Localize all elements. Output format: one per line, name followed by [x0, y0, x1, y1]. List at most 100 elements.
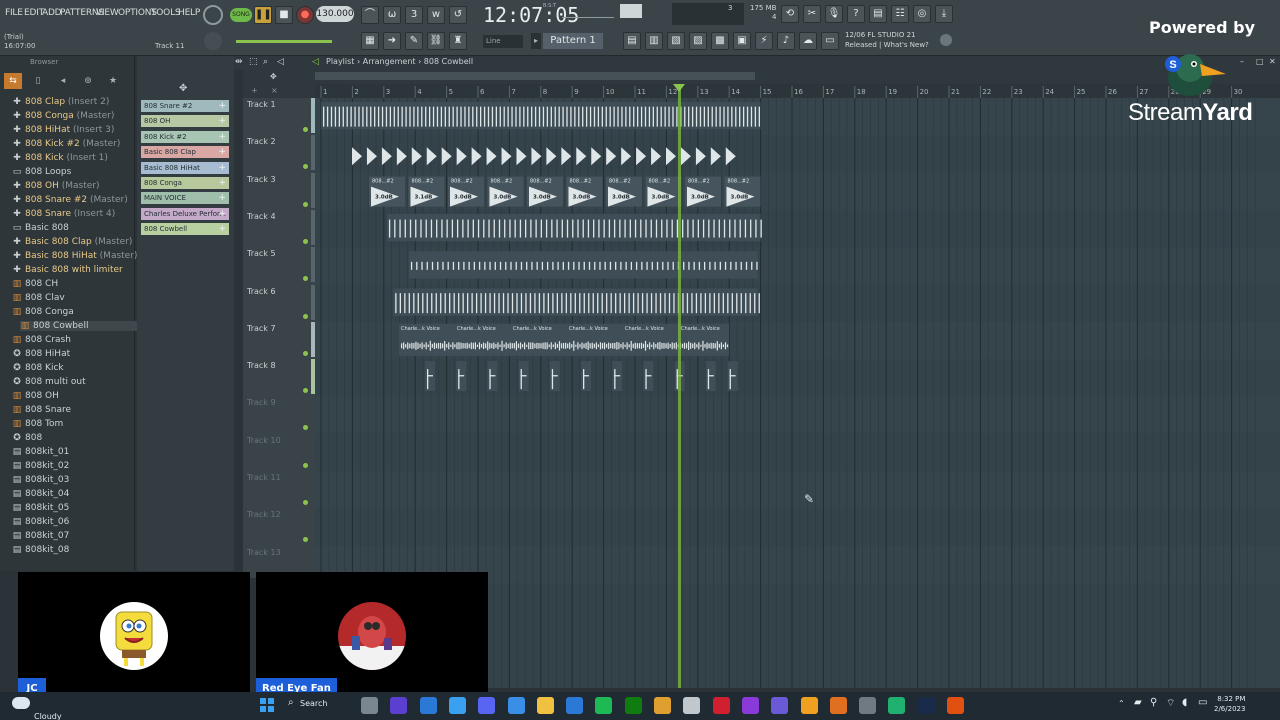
undo-history-icon[interactable]: ⟲ [781, 5, 799, 23]
channel-chip[interactable]: Basic 808 Clap + [141, 146, 229, 159]
taskbar-search-label[interactable]: Search [300, 699, 327, 708]
channel-chip[interactable]: 808 Snare #2 + [141, 100, 229, 112]
track-label[interactable]: Track 12 [247, 510, 281, 519]
playlist-cross-icon[interactable]: × [271, 86, 278, 95]
menu-add[interactable]: ADD [42, 8, 62, 18]
download-icon[interactable]: ⤓ [935, 5, 953, 23]
record-icon[interactable]: ● [296, 6, 314, 24]
browser-item[interactable]: ▥ 808 Crash [12, 335, 71, 345]
add-channel-icon[interactable]: + [218, 115, 226, 127]
browser-item[interactable]: ▤ 808kit_05 [12, 503, 70, 513]
taskbar-app-icon[interactable] [771, 697, 789, 714]
taskbar-clock[interactable]: 8:32 PM 2/6/2023 [1214, 694, 1245, 714]
wait-input-icon[interactable]: ω [383, 6, 401, 24]
chat-icon[interactable]: ◎ [913, 5, 931, 23]
weather-label[interactable]: Cloudy [34, 712, 62, 720]
taskbar-app-icon[interactable] [712, 697, 730, 714]
add-channel-icon[interactable]: + [218, 208, 226, 220]
master-volume-slider[interactable] [562, 8, 614, 18]
stop-icon[interactable]: ■ [275, 6, 293, 24]
add-channel-icon[interactable]: + [218, 223, 226, 235]
plug-icon[interactable]: ⚡ [755, 32, 773, 50]
add-track-icon[interactable]: ✥ [270, 72, 277, 81]
browser-item[interactable]: ▥ 808 Clav [12, 293, 65, 303]
menu-file[interactable]: FILE [5, 8, 23, 18]
slip-tool-icon[interactable]: ⇹ [235, 57, 243, 67]
playlist-plus-icon[interactable]: + [251, 86, 258, 95]
browser-item[interactable]: ✚ Basic 808 HiHat (Master) [12, 251, 137, 261]
taskbar-app-icon[interactable] [829, 697, 847, 714]
channel-chip[interactable]: MAIN VOICE + [141, 192, 229, 205]
taskbar-app-icon[interactable] [536, 697, 554, 714]
track-label[interactable]: Track 2 [247, 137, 276, 146]
browser-item[interactable]: ▥ 808 Cowbell [20, 321, 138, 331]
tempo-display[interactable]: 130.000 [316, 6, 354, 22]
help-icon[interactable]: ? [847, 5, 865, 23]
browser-item[interactable]: ✪ 808 multi out [12, 377, 85, 387]
taskbar-app-icon[interactable] [361, 697, 378, 714]
taskbar-app-icon[interactable] [888, 697, 906, 714]
news-panel[interactable]: 12/06 FL STUDIO 21 Released | What's New… [845, 30, 929, 50]
channel-chip[interactable]: 808 Conga + [141, 177, 229, 189]
playlist-icon[interactable]: ▤ [623, 32, 641, 50]
loop-record-icon[interactable]: ↺ [449, 6, 467, 24]
taskbar-app-icon[interactable] [917, 697, 935, 714]
song-mode-toggle[interactable]: SONG [230, 8, 252, 22]
link-icon[interactable]: ⛓ [427, 32, 445, 50]
volume-icon[interactable]: ◖ [1182, 697, 1187, 708]
browser-item[interactable]: ▥ 808 Snare [12, 405, 71, 415]
browser-tab-files-icon[interactable]: ▯ [29, 73, 47, 89]
track-label[interactable]: Track 9 [247, 398, 276, 407]
add-channel-icon[interactable]: + [218, 100, 226, 112]
add-channel-icon[interactable]: + [218, 192, 226, 204]
channel-chip[interactable]: Charles Deluxe Perfor... + [141, 207, 229, 220]
windows-start-icon[interactable] [260, 697, 274, 712]
track-label[interactable]: Track 10 [247, 436, 281, 445]
taskbar-app-icon[interactable] [654, 697, 671, 714]
taskbar-app-icon[interactable] [859, 697, 877, 714]
track-label[interactable]: Track 5 [247, 249, 276, 258]
add-channel-icon[interactable]: + [218, 131, 226, 143]
track-label[interactable]: Track 13 [247, 548, 281, 557]
browser-item[interactable]: ✚ 808 OH (Master) [12, 181, 99, 191]
pianoroll-view-icon[interactable]: ▨ [689, 32, 707, 50]
picker-move-icon[interactable]: ✥ [179, 83, 187, 94]
news-settings-icon[interactable] [940, 34, 952, 46]
plugin-database-icon[interactable]: ▣ [733, 32, 751, 50]
track-mute-led[interactable] [303, 238, 308, 244]
browser-item[interactable]: ▤ 808kit_03 [12, 475, 70, 485]
taskbar-app-icon[interactable] [624, 697, 642, 714]
track-label[interactable]: Track 4 [247, 212, 276, 221]
taskbar-app-icon[interactable] [390, 697, 408, 714]
track-mute-led[interactable] [303, 276, 308, 282]
taskbar-app-icon[interactable] [478, 697, 496, 714]
tray-app-icon[interactable]: ▰ [1134, 697, 1142, 708]
select-tool-icon[interactable]: ⬚ [249, 57, 258, 67]
taskbar-app-icon[interactable] [683, 697, 701, 714]
browser-item[interactable]: ▤ 808kit_01 [12, 447, 70, 457]
taskbar-search-icon[interactable]: ⌕ [288, 697, 294, 708]
pattern-clip[interactable] [386, 213, 761, 242]
browser-item[interactable]: ✚ Basic 808 with limiter [12, 265, 123, 275]
channel-chip[interactable]: Basic 808 HiHat + [141, 161, 229, 174]
taskbar-app-icon[interactable] [448, 697, 466, 714]
mixer-view-icon[interactable]: ▧ [667, 32, 685, 50]
browser-item[interactable]: ✚ Basic 808 Clap (Master) [12, 237, 132, 247]
browser-item[interactable]: ▥ 808 Conga [12, 307, 74, 317]
add-channel-icon[interactable]: + [218, 162, 226, 174]
browser-tab-favorites-icon[interactable]: ★ [104, 73, 122, 89]
system-tray-chevron-icon[interactable]: ⌃ [1118, 699, 1125, 708]
browser-tab-plugins-icon[interactable]: ◂ [54, 73, 72, 89]
track-lane[interactable] [315, 471, 1280, 509]
snap-selector[interactable]: Line [483, 35, 523, 48]
track-mute-led[interactable] [303, 313, 308, 319]
browser-item[interactable]: ▤ 808kit_08 [12, 545, 70, 555]
track-label[interactable]: Track 7 [247, 324, 276, 333]
browser-item[interactable]: ✚ 808 Snare #2 (Master) [12, 195, 128, 205]
track-mute-led[interactable] [303, 388, 308, 394]
track-mute-led[interactable] [303, 350, 308, 356]
playback-tool-icon[interactable]: ◁ [277, 57, 284, 67]
browser-item[interactable]: ✪ 808 Kick [12, 363, 63, 373]
browser-item[interactable]: ✪ 808 HiHat [12, 349, 70, 359]
track-label[interactable]: Track 1 [247, 100, 276, 109]
